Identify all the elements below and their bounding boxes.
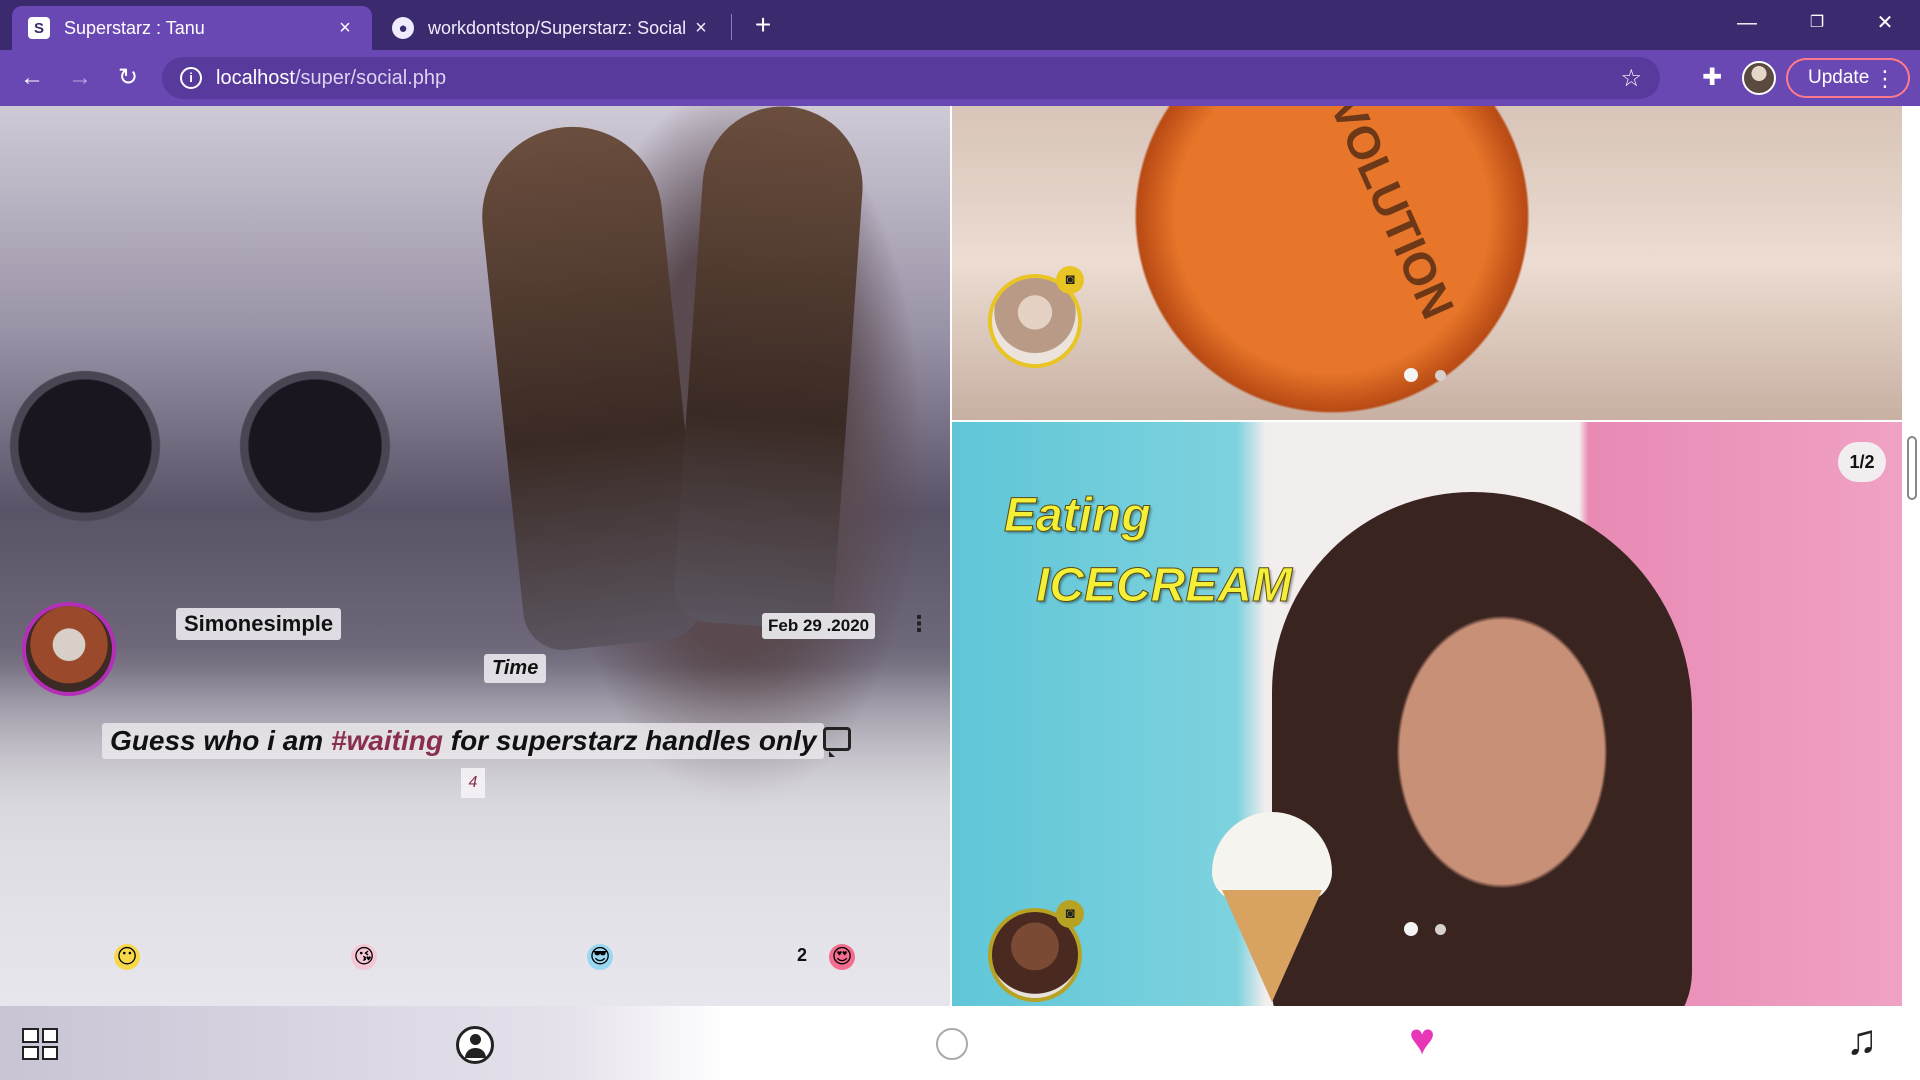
- bottom-navigation: ♥ ♫: [0, 1006, 1904, 1080]
- post-card-left[interactable]: Simonesimple Feb 29 .2020 ⋮ Time Guess w…: [0, 106, 950, 1006]
- forward-button[interactable]: →: [64, 62, 96, 94]
- user-avatar[interactable]: [22, 602, 116, 696]
- heart-eyes-emoji-icon[interactable]: 😍: [829, 944, 855, 970]
- restore-button[interactable]: ❐: [1794, 8, 1840, 38]
- post-date: Feb 29 .2020: [762, 613, 876, 639]
- post-title-line2: ICECREAM: [1035, 559, 1293, 613]
- cool-emoji-icon[interactable]: 😎: [587, 944, 613, 970]
- url-host: localhost: [216, 66, 295, 89]
- camera-icon[interactable]: ◙: [1056, 900, 1084, 928]
- carousel-dot-active[interactable]: [1404, 922, 1418, 936]
- caption-text: Guess who i am: [110, 725, 331, 756]
- image-page-counter: 1/2: [1838, 442, 1886, 482]
- post-title-line1: Eating: [1004, 489, 1152, 543]
- url-text[interactable]: localhost/super/social.php: [216, 67, 1620, 90]
- post-image-boot: [473, 118, 707, 654]
- post-username[interactable]: Simonesimple: [176, 608, 342, 640]
- center-dot-button[interactable]: [936, 1028, 968, 1060]
- carousel-dot-active[interactable]: [1404, 368, 1418, 382]
- browser-tab-bar: S Superstarz : Tanu × ● workdontstop/Sup…: [0, 0, 1920, 50]
- post-image-boot: [672, 106, 868, 631]
- site-info-icon[interactable]: i: [180, 67, 202, 89]
- profile-avatar[interactable]: [1742, 61, 1776, 95]
- hashtag-link[interactable]: #waiting: [331, 725, 443, 756]
- grid-icon[interactable]: [22, 1028, 58, 1060]
- smile-emoji-icon[interactable]: 😶: [114, 944, 140, 970]
- scrollbar-track[interactable]: [1904, 106, 1920, 1080]
- tab-github[interactable]: ● workdontstop/Superstarz: Social ×: [376, 6, 728, 50]
- extensions-puzzle-icon[interactable]: ✚: [1697, 63, 1727, 93]
- post-card-right-bottom[interactable]: Eating ICECREAM 1/2 ◙: [952, 422, 1902, 1052]
- bookmark-star-icon[interactable]: ☆: [1620, 64, 1642, 93]
- update-button[interactable]: Update ⋮: [1786, 58, 1910, 98]
- heart-icon[interactable]: ♥: [1409, 1018, 1435, 1062]
- more-options-icon[interactable]: ⋮: [908, 610, 930, 638]
- tab-title: workdontstop/Superstarz: Social: [428, 17, 687, 38]
- post-time-label: Time: [484, 654, 547, 683]
- icecream-cone: [1222, 890, 1322, 1002]
- comment-icon[interactable]: [823, 727, 851, 757]
- tab-title: Superstarz : Tanu: [64, 17, 205, 38]
- superstarz-favicon-icon: S: [28, 17, 50, 39]
- page-viewport: Simonesimple Feb 29 .2020 ⋮ Time Guess w…: [0, 106, 1920, 1080]
- post-caption: Guess who i am #waiting for superstarz h…: [102, 723, 825, 759]
- carousel-dot[interactable]: [1435, 924, 1446, 935]
- url-path: /super/social.php: [294, 66, 447, 89]
- address-bar[interactable]: i localhost/super/social.php ☆: [162, 57, 1660, 99]
- ball-brand-text: EVOLUTION: [1307, 106, 1465, 327]
- post-card-right-top[interactable]: EVOLUTION ◙: [952, 106, 1902, 420]
- post-image-icecream: [1212, 812, 1332, 1002]
- tab-superstarz[interactable]: S Superstarz : Tanu ×: [12, 6, 372, 50]
- scrollbar-thumb[interactable]: [1907, 436, 1917, 500]
- kiss-emoji-icon[interactable]: 😘: [351, 944, 377, 970]
- user-icon[interactable]: [456, 1026, 494, 1064]
- carousel-dot[interactable]: [1435, 370, 1446, 381]
- caption-text: for superstarz handles only: [442, 725, 817, 756]
- browser-toolbar: ← → ↻ i localhost/super/social.php ☆ ✚ U…: [0, 50, 1920, 106]
- post-image-overlay: [0, 666, 950, 1006]
- camera-icon[interactable]: ◙: [1056, 266, 1084, 294]
- minimize-button[interactable]: —: [1724, 8, 1770, 38]
- music-icon[interactable]: ♫: [1846, 1018, 1878, 1062]
- close-tab-icon[interactable]: ×: [334, 17, 356, 40]
- reload-button[interactable]: ↻: [112, 62, 144, 94]
- back-button[interactable]: ←: [16, 62, 48, 94]
- update-label: Update: [1808, 67, 1870, 88]
- comment-count: 4: [461, 768, 485, 798]
- icecream-scoop: [1212, 812, 1332, 902]
- menu-kebab-icon[interactable]: ⋮: [1874, 66, 1896, 92]
- close-window-button[interactable]: ✕: [1862, 8, 1908, 38]
- reaction-count: 2: [797, 945, 808, 965]
- post-image-portrait: [1272, 492, 1692, 1052]
- github-icon: ●: [392, 17, 414, 39]
- tab-separator: [731, 14, 732, 40]
- close-tab-icon[interactable]: ×: [690, 17, 712, 40]
- new-tab-button[interactable]: +: [748, 10, 778, 40]
